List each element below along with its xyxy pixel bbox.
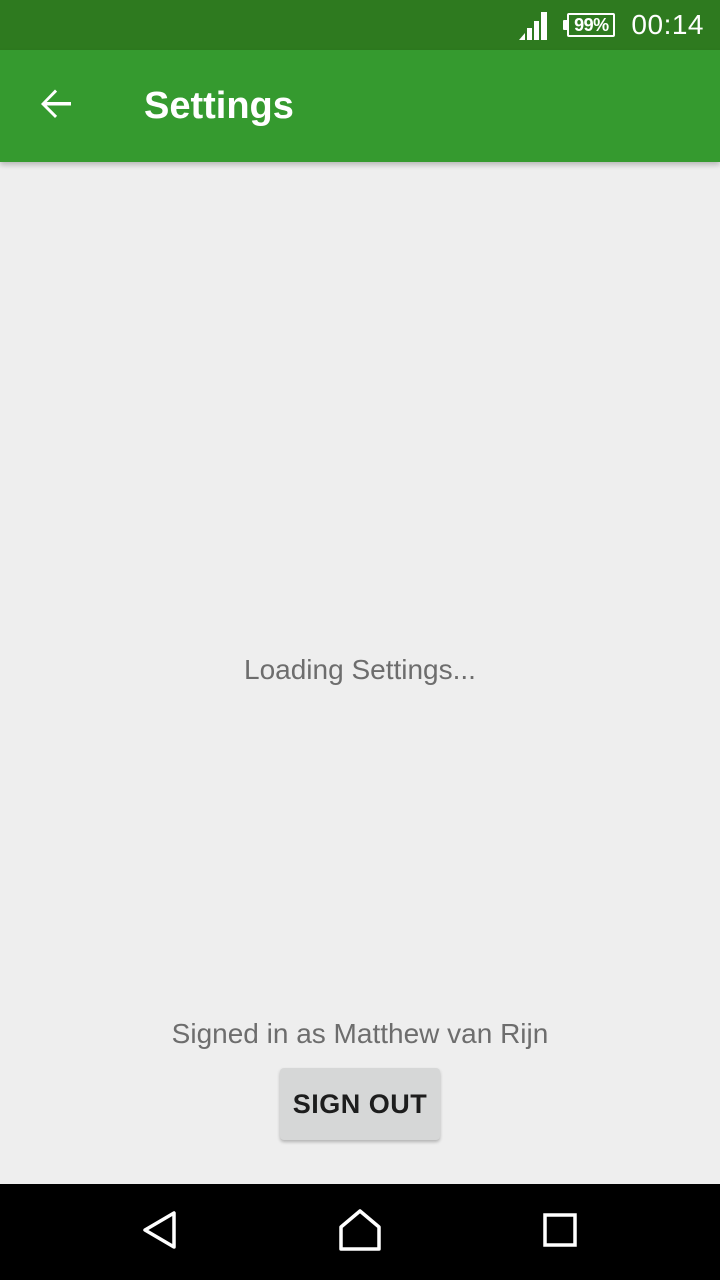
nav-back-icon <box>140 1210 180 1255</box>
back-button[interactable] <box>24 74 88 138</box>
nav-recents-icon <box>542 1212 578 1253</box>
clock: 00:14 <box>631 9 704 40</box>
battery-level: 99% <box>567 13 616 37</box>
page-title: Settings <box>144 85 294 127</box>
screen: 99% 00:14 Settings Loading Settings... S… <box>0 0 720 1280</box>
sign-out-button[interactable]: SIGN OUT <box>280 1068 440 1140</box>
arrow-back-icon <box>38 86 74 127</box>
signed-in-text: Signed in as Matthew van Rijn <box>171 1018 549 1049</box>
battery-tip <box>563 20 568 30</box>
navigation-bar <box>0 1184 720 1280</box>
loading-message: Loading Settings... <box>244 654 476 685</box>
status-bar: 99% 00:14 <box>0 0 720 50</box>
nav-back-button[interactable] <box>100 1184 220 1280</box>
nav-home-button[interactable] <box>300 1184 420 1280</box>
app-bar: Settings <box>0 50 720 162</box>
nav-home-icon <box>338 1208 382 1257</box>
battery-icon: 99% <box>563 12 617 38</box>
cell-signal-icon <box>519 10 549 40</box>
status-icons: 99% 00:14 <box>519 0 704 50</box>
nav-recents-button[interactable] <box>500 1184 620 1280</box>
